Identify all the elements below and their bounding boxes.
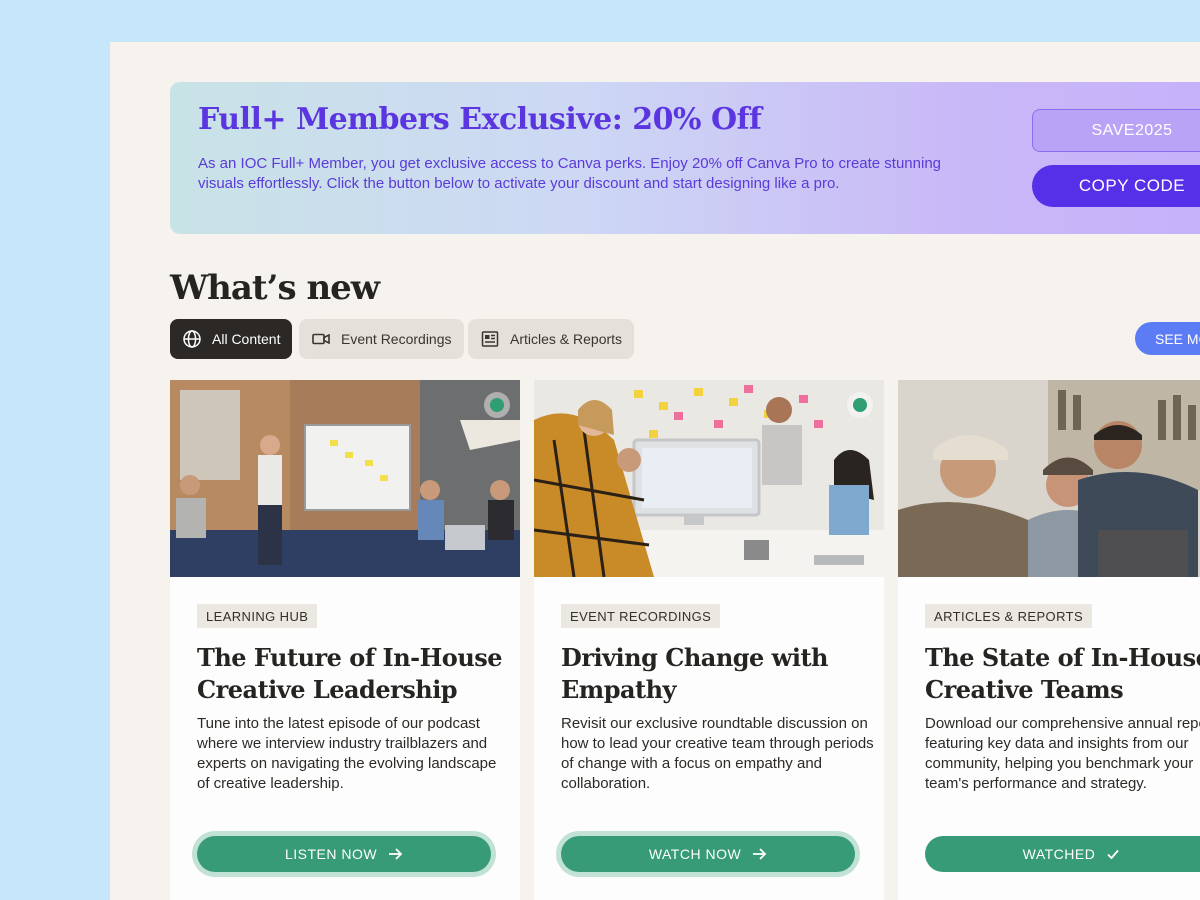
- tab-all-content[interactable]: All Content: [170, 319, 293, 359]
- article-icon: [481, 331, 499, 347]
- arrow-right-icon: [389, 848, 403, 860]
- content-card[interactable]: LEARNING HUB The Future of In-House Crea…: [170, 380, 520, 900]
- card-title[interactable]: Driving Change with Empathy: [561, 642, 876, 706]
- tab-label: Articles & Reports: [510, 331, 623, 347]
- card-image-team-whiteboard[interactable]: [170, 380, 520, 577]
- cta-label: WATCHED: [1022, 846, 1096, 862]
- category-badge: EVENT RECORDINGS: [561, 604, 721, 628]
- promo-banner: Full+ Members Exclusive: 20% Off As an I…: [170, 82, 1200, 234]
- tab-label: All Content: [212, 331, 281, 347]
- tab-label: Event Recordings: [341, 331, 452, 347]
- discount-code-field[interactable]: SAVE2025: [1032, 109, 1200, 152]
- content-card[interactable]: ARTICLES & REPORTS The State of In-House…: [898, 380, 1200, 900]
- section-title: What’s new: [170, 268, 380, 308]
- status-dot: [847, 392, 873, 418]
- copy-code-button[interactable]: COPY CODE: [1032, 165, 1200, 207]
- tab-event-recordings[interactable]: Event Recordings: [299, 319, 464, 359]
- video-camera-icon: [312, 333, 330, 345]
- main-panel: Full+ Members Exclusive: 20% Off As an I…: [110, 42, 1200, 900]
- content-card[interactable]: EVENT RECORDINGS Driving Change with Emp…: [534, 380, 884, 900]
- globe-icon: [183, 330, 201, 348]
- card-description: Revisit our exclusive roundtable discuss…: [561, 715, 874, 792]
- cta-label: LISTEN NOW: [284, 846, 378, 862]
- checkmark-icon: [1107, 849, 1120, 860]
- watch-now-button[interactable]: WATCH NOW: [561, 836, 855, 872]
- category-badge: ARTICLES & REPORTS: [925, 604, 1093, 628]
- see-more-button[interactable]: SEE MO: [1135, 322, 1200, 355]
- status-dot: [484, 392, 510, 418]
- card-image-team-at-monitor[interactable]: [534, 380, 884, 577]
- category-badge: LEARNING HUB: [197, 604, 318, 628]
- card-title[interactable]: The Future of In-House Creative Leadersh…: [197, 642, 512, 706]
- card-description: Download our comprehensive annual report…: [925, 715, 1200, 792]
- promo-title: Full+ Members Exclusive: 20% Off: [198, 102, 762, 137]
- cta-label: WATCH NOW: [648, 846, 742, 862]
- arrow-right-icon: [753, 848, 767, 860]
- watched-button[interactable]: WATCHED: [925, 836, 1200, 872]
- card-image-team-laughing[interactable]: [898, 380, 1200, 577]
- card-description: Tune into the latest episode of our podc…: [197, 715, 497, 792]
- card-title[interactable]: The State of In-House Creative Teams: [925, 642, 1200, 706]
- listen-now-button[interactable]: LISTEN NOW: [197, 836, 491, 872]
- tab-articles-reports[interactable]: Articles & Reports: [468, 319, 635, 359]
- promo-description: As an IOC Full+ Member, you get exclusiv…: [198, 155, 942, 192]
